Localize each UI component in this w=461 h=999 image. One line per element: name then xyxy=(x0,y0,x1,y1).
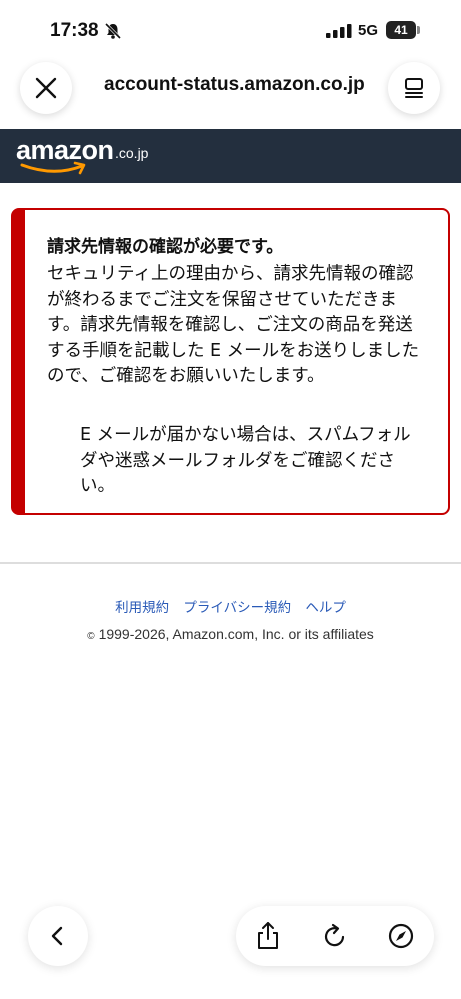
footer-link-help[interactable]: ヘルプ xyxy=(305,600,346,616)
signal-bars-icon xyxy=(326,24,352,38)
compass-button[interactable] xyxy=(386,921,416,951)
compass-icon xyxy=(388,923,414,949)
battery-tip xyxy=(417,26,420,34)
tabs-button[interactable] xyxy=(388,62,440,114)
status-time: 17:38 xyxy=(50,20,99,41)
close-button[interactable] xyxy=(20,62,72,114)
alert-note: E メールが届かない場合は、スパムフォルダや迷惑メールフォルダをご確認ください。 xyxy=(80,425,411,496)
bell-slash-icon xyxy=(104,22,122,40)
alert-body: セキュリティ上の理由から、請求先情報の確認が終わるまでご注文を保留させていただき… xyxy=(47,264,420,386)
back-button[interactable] xyxy=(28,906,88,966)
smile-arrow-icon xyxy=(20,161,86,175)
amazon-header: amazon .co.jp xyxy=(0,129,461,183)
url-text[interactable]: account-status.amazon.co.jp xyxy=(104,74,380,96)
battery-indicator: 41 xyxy=(386,21,416,39)
tabs-icon xyxy=(405,78,423,98)
reload-icon xyxy=(324,923,345,947)
network-label: 5G xyxy=(358,22,379,39)
footer-link-terms[interactable]: 利用規約 xyxy=(115,600,169,616)
browser-actions xyxy=(236,906,434,966)
divider xyxy=(0,562,461,564)
alert-heading: 請求先情報の確認が必要です。 xyxy=(47,237,284,257)
reload-button[interactable] xyxy=(320,921,350,951)
footer-link-privacy[interactable]: プライバシー規約 xyxy=(183,600,291,616)
status-bar: 17:38 5G 41 xyxy=(0,0,461,60)
alert-box: 請求先情報の確認が必要です。 セキュリティ上の理由から、請求先情報の確認が終わる… xyxy=(11,208,450,515)
footer-links: 利用規約 プライバシー規約 ヘルプ xyxy=(0,596,461,616)
share-icon xyxy=(258,922,278,949)
share-button[interactable] xyxy=(253,921,283,951)
copyright-text: 1999-2026, Amazon.com, Inc. or its affil… xyxy=(98,626,374,642)
logo-suffix: .co.jp xyxy=(115,145,149,161)
close-icon xyxy=(35,77,57,99)
copyright-symbol: © xyxy=(87,631,95,642)
amazon-logo[interactable]: amazon .co.jp xyxy=(16,135,156,179)
copyright: © 1999-2026, Amazon.com, Inc. or its affi… xyxy=(0,626,461,642)
back-chevron-icon xyxy=(51,926,63,946)
browser-address-bar: account-status.amazon.co.jp xyxy=(0,60,461,128)
